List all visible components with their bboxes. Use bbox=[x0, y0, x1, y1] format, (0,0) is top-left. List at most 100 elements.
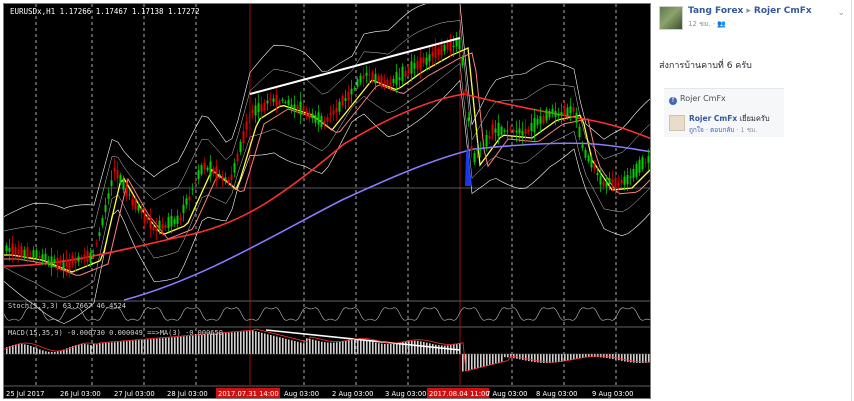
candle-body bbox=[29, 253, 32, 255]
candle-body bbox=[203, 162, 206, 170]
candle-body bbox=[140, 208, 143, 213]
candle-body bbox=[503, 130, 506, 132]
candle-body bbox=[509, 128, 512, 130]
macd-histogram-bar bbox=[516, 354, 518, 359]
macd-histogram-bar bbox=[498, 354, 500, 363]
macd-histogram-bar bbox=[351, 339, 353, 354]
macd-histogram-bar bbox=[231, 332, 233, 354]
chevron-down-icon[interactable]: ⌄ bbox=[837, 8, 845, 18]
macd-histogram-bar bbox=[21, 344, 23, 354]
comment-time[interactable]: · 1 ชม. bbox=[734, 126, 757, 134]
macd-histogram-bar bbox=[276, 336, 278, 354]
candle-body bbox=[452, 45, 455, 48]
macd-histogram-bar bbox=[300, 342, 302, 354]
candle-body bbox=[548, 110, 551, 118]
macd-histogram-bar bbox=[144, 339, 146, 354]
reply-link[interactable]: ตอบกลับ bbox=[710, 126, 734, 134]
candle-body bbox=[437, 48, 440, 55]
candle-body bbox=[83, 254, 86, 259]
macd-histogram-bar bbox=[138, 340, 140, 354]
macd-histogram-bar bbox=[339, 341, 341, 354]
candle-body bbox=[395, 72, 398, 85]
commenter-avatar[interactable] bbox=[669, 115, 685, 131]
candle-body bbox=[290, 104, 293, 108]
candle-body bbox=[635, 163, 638, 177]
candle-body bbox=[134, 199, 137, 210]
candle-body bbox=[380, 75, 383, 88]
macd-histogram-bar bbox=[93, 343, 95, 354]
like-link[interactable]: ถูกใจ bbox=[689, 126, 704, 134]
macd-histogram-bar bbox=[24, 344, 26, 354]
comment-body: Rojer CmFx เยี่ยมครับ bbox=[689, 113, 770, 125]
commenter-name[interactable]: Rojer CmFx bbox=[689, 114, 737, 123]
candle-body bbox=[149, 216, 152, 229]
forex-chart[interactable]: EURUSDx,H1 1.17266 1.17467 1.17138 1.172… bbox=[3, 3, 651, 399]
macd-histogram-bar bbox=[447, 345, 449, 354]
author-avatar[interactable] bbox=[659, 6, 683, 30]
candle-body bbox=[89, 252, 92, 263]
candle-body bbox=[497, 122, 500, 137]
candle-body bbox=[251, 109, 254, 114]
macd-histogram-bar bbox=[480, 354, 482, 367]
candle-body bbox=[233, 163, 236, 173]
candle-body bbox=[212, 168, 215, 175]
macd-histogram-bar bbox=[171, 337, 173, 354]
macd-histogram-bar bbox=[27, 345, 29, 354]
candle-body bbox=[530, 122, 533, 132]
post-timestamp[interactable]: 12 ชม. · 👥 bbox=[688, 19, 726, 30]
candle-body bbox=[629, 176, 632, 178]
candle-body bbox=[545, 109, 548, 121]
candle-body bbox=[524, 128, 527, 134]
candle-body bbox=[362, 75, 365, 79]
facebook-page-icon: f bbox=[669, 97, 677, 105]
macd-histogram-bar bbox=[156, 338, 158, 354]
macd-histogram-bar bbox=[267, 334, 269, 354]
candle-body bbox=[248, 117, 251, 119]
candle-body bbox=[611, 179, 614, 183]
x-axis-label: 26 Jul 03:00 bbox=[60, 390, 101, 398]
macd-histogram-bar bbox=[192, 335, 194, 354]
macd-histogram-bar bbox=[648, 354, 650, 363]
candle-body bbox=[164, 224, 167, 228]
candle-body bbox=[128, 194, 131, 196]
macd-histogram-bar bbox=[618, 354, 620, 361]
page-name[interactable]: Rojer CmFx bbox=[754, 6, 812, 16]
macd-histogram-bar bbox=[255, 331, 257, 354]
macd-histogram-bar bbox=[558, 354, 560, 363]
candle-body bbox=[494, 128, 497, 133]
macd-histogram-bar bbox=[372, 341, 374, 354]
macd-histogram-bar bbox=[459, 343, 461, 354]
candle-body bbox=[56, 257, 59, 271]
candle-body bbox=[470, 146, 473, 151]
candle-body bbox=[122, 178, 125, 190]
macd-histogram-bar bbox=[531, 354, 533, 362]
macd-histogram-bar bbox=[615, 354, 617, 360]
chart-canvas[interactable]: EURUSDx,H1 1.17266 1.17467 1.17138 1.172… bbox=[4, 4, 651, 399]
candle-body bbox=[602, 181, 605, 187]
candle-body bbox=[80, 258, 83, 260]
candle-body bbox=[320, 115, 323, 128]
author-name[interactable]: Tang Forex bbox=[688, 6, 743, 16]
candle-body bbox=[386, 79, 389, 86]
macd-histogram-bar bbox=[162, 338, 164, 354]
candle-body bbox=[14, 247, 17, 255]
candle-body bbox=[614, 178, 617, 188]
ma-long-line bbox=[123, 142, 650, 301]
macd-histogram-bar bbox=[309, 338, 311, 354]
comment-actions: ถูกใจ · ตอบกลับ · 1 ชม. bbox=[689, 125, 758, 135]
candle-body bbox=[146, 216, 149, 221]
candle-body bbox=[269, 98, 272, 100]
candle-body bbox=[533, 118, 536, 132]
candle-body bbox=[566, 107, 569, 116]
candle-body bbox=[266, 100, 269, 104]
candle-body bbox=[104, 204, 107, 213]
macd-histogram-bar bbox=[474, 354, 476, 369]
comment-page-label[interactable]: Rojer CmFx bbox=[680, 94, 726, 103]
macd-histogram-bar bbox=[519, 354, 521, 360]
author-line: Tang Forex ▸ Rojer CmFx bbox=[688, 6, 812, 16]
macd-histogram-bar bbox=[108, 342, 110, 354]
candle-body bbox=[8, 247, 11, 252]
candle-body bbox=[260, 104, 263, 112]
candle-body bbox=[68, 260, 71, 271]
candle-body bbox=[287, 99, 290, 106]
